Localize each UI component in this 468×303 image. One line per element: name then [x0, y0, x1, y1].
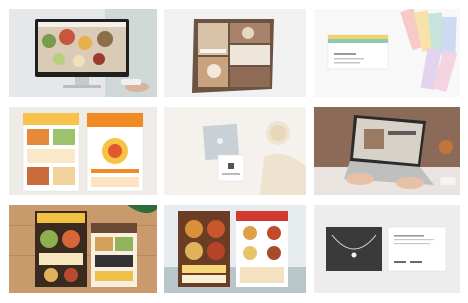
- gallery-item-business-card-palette[interactable]: [314, 9, 460, 97]
- poster-mockup-image: [164, 9, 306, 97]
- gallery-item-pizza-flyers[interactable]: [164, 205, 306, 293]
- menu-flyers-image: [9, 205, 157, 293]
- gallery-item-desktop-mockup[interactable]: [9, 9, 157, 97]
- gallery-item-laptop-typing[interactable]: [314, 107, 460, 195]
- portfolio-gallery: [0, 0, 468, 303]
- necklace-card-image: [314, 205, 460, 293]
- gallery-item-necklace-card[interactable]: [314, 205, 460, 293]
- gallery-item-restaurant-poster[interactable]: [164, 9, 306, 97]
- pizza-flyers-image: [164, 205, 306, 293]
- square-cards-image: [164, 107, 306, 195]
- business-card-image: [314, 9, 460, 97]
- desktop-mockup-image: [9, 9, 157, 97]
- gallery-item-square-cards[interactable]: [164, 107, 306, 195]
- laptop-photo-image: [314, 107, 460, 195]
- gallery-item-food-flyers[interactable]: [9, 107, 157, 195]
- gallery-item-menu-flyers-wood[interactable]: [9, 205, 157, 293]
- food-flyers-image: [9, 107, 157, 195]
